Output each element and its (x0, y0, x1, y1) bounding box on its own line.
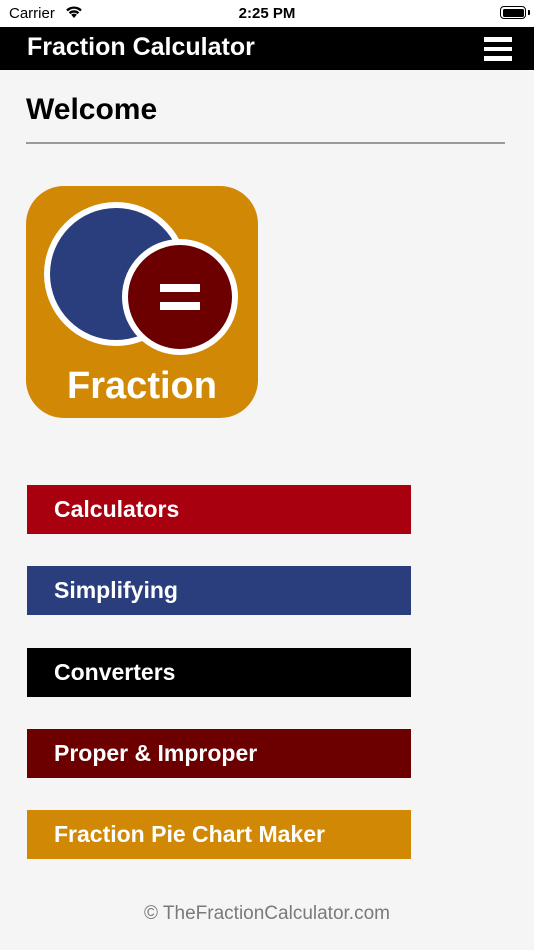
page-title: Welcome (26, 93, 158, 126)
logo-text: Fraction (67, 365, 217, 407)
equals-icon-bottom (160, 302, 200, 310)
proper-improper-button[interactable]: Proper & Improper (27, 729, 411, 778)
battery-cap (528, 10, 530, 15)
status-bar: Carrier 2:25 PM (0, 0, 534, 27)
status-time: 2:25 PM (238, 5, 296, 22)
hamburger-menu-icon[interactable] (484, 37, 512, 61)
navigation-bar: Fraction Calculator (0, 27, 534, 70)
calculators-button[interactable]: Calculators (27, 485, 411, 534)
battery-icon (500, 6, 526, 19)
footer-link[interactable]: © TheFractionCalculator.com (0, 903, 534, 925)
simplifying-button[interactable]: Simplifying (27, 566, 411, 615)
heading-divider (26, 142, 505, 144)
app-title: Fraction Calculator (27, 33, 255, 61)
pie-chart-maker-button[interactable]: Fraction Pie Chart Maker (27, 810, 411, 859)
converters-button[interactable]: Converters (27, 648, 411, 697)
equals-icon-top (160, 284, 200, 292)
fraction-logo: Fraction (26, 186, 258, 418)
logo-red-circle (128, 245, 232, 349)
